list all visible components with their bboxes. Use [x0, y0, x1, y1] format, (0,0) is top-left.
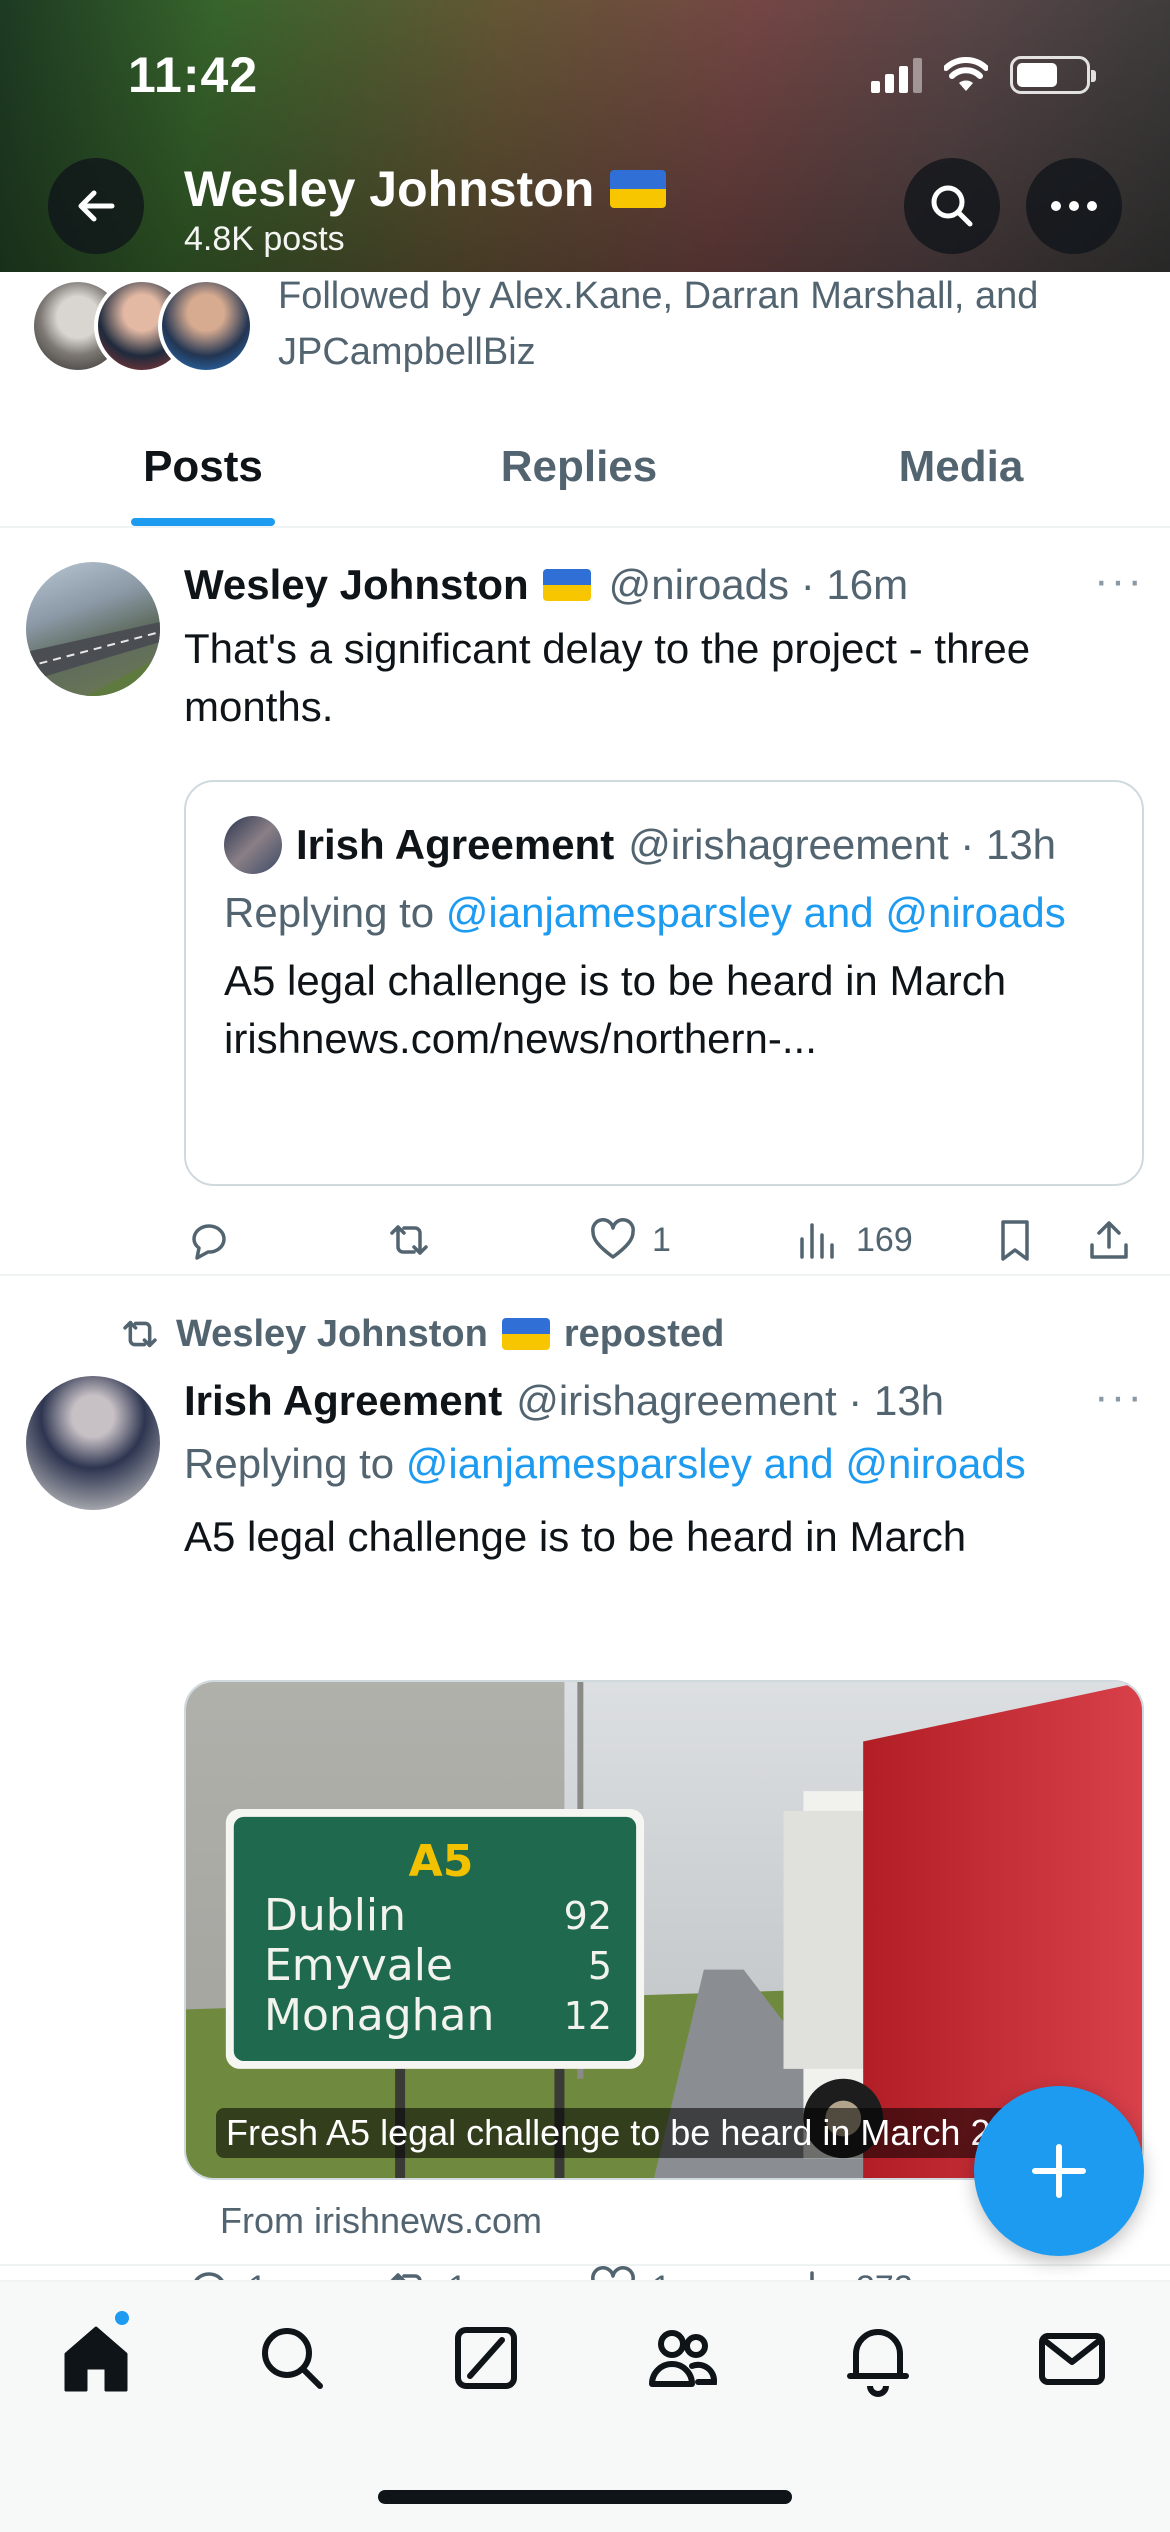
more-horizontal-icon	[1051, 201, 1097, 211]
followed-by-avatars	[30, 278, 260, 374]
messages-icon[interactable]	[1032, 2318, 1112, 2398]
sign-place: Dublin	[264, 1890, 407, 1941]
posts-count: 4.8K posts	[184, 220, 345, 258]
repost-icon	[390, 1225, 428, 1255]
notifications-icon[interactable]	[838, 2318, 918, 2398]
search-button[interactable]	[904, 158, 1000, 254]
repost-indicator[interactable]: Wesley Johnston reposted	[118, 1312, 724, 1356]
grok-icon[interactable]	[446, 2318, 526, 2398]
post-handle[interactable]: @niroads	[609, 561, 789, 609]
bookmark-icon	[1001, 1220, 1029, 1261]
post-handle[interactable]: @irishagreement	[516, 1377, 836, 1425]
replying-to: Replying to @ianjamesparsley and @niroad…	[224, 882, 1104, 944]
post-text: That's a significant delay to the projec…	[184, 625, 1031, 730]
road-photo	[26, 622, 160, 696]
compose-post-button[interactable]	[974, 2086, 1144, 2256]
sign-place: Monaghan	[264, 1990, 495, 2041]
quoted-text-line: A5 legal challenge is to be heard in Mar…	[224, 957, 1007, 1004]
quoted-handle: @irishagreement	[628, 821, 949, 868]
tab-posts[interactable]: Posts	[0, 408, 406, 526]
replying-to-links[interactable]: @ianjamesparsley and @niroads	[406, 1440, 1026, 1487]
avatar	[158, 278, 254, 374]
post-author-name[interactable]: Irish Agreement	[184, 1377, 502, 1425]
reply-icon	[192, 1224, 226, 1260]
road-sign-text: A5 Dublin 92 Emyvale 5 Monaghan 12	[264, 1836, 634, 2041]
post-more-button[interactable]: ···	[1094, 1372, 1144, 1422]
profile-name: Wesley Johnston	[184, 161, 595, 217]
followed-by-text: Followed by Alex.Kane, Darran Marshall, …	[278, 275, 1039, 373]
post-author-name[interactable]: Wesley Johnston	[184, 561, 529, 609]
post-text: A5 legal challenge is to be heard in Mar…	[184, 1513, 967, 1560]
post[interactable]: Wesley Johnston @niroads · 16m ··· That'…	[0, 528, 1170, 1276]
battery-icon	[1010, 56, 1096, 94]
post-time[interactable]: 16m	[826, 561, 908, 609]
post-more-button[interactable]: ···	[1094, 556, 1144, 606]
quoted-post[interactable]: Irish Agreement @irishagreement · 13h Re…	[184, 780, 1144, 1186]
home-icon[interactable]	[56, 2318, 136, 2398]
like-button[interactable]: 1	[588, 1215, 671, 1265]
profile-header-title: Wesley Johnston 4.8K posts	[184, 160, 667, 259]
views-button[interactable]: 169	[792, 1215, 913, 1265]
share-icon	[1090, 1221, 1128, 1259]
status-icons	[871, 56, 1096, 94]
notification-dot	[112, 2308, 132, 2328]
view-count: 169	[856, 1220, 913, 1259]
author-avatar[interactable]	[26, 1376, 160, 1510]
repost-button[interactable]	[384, 1215, 434, 1265]
replying-to-links[interactable]: @ianjamesparsley and @niroads	[446, 889, 1066, 936]
repost-icon	[123, 1320, 157, 1348]
repost-by: Wesley Johnston	[176, 1312, 488, 1355]
quoted-text: A5 legal challenge is to be heard in Mar…	[224, 952, 1104, 1068]
sign-place: Emyvale	[264, 1940, 453, 1991]
reply-button[interactable]	[184, 1215, 234, 1265]
post-time[interactable]: 13h	[874, 1377, 944, 1425]
replying-to: Replying to @ianjamesparsley and @niroad…	[184, 1434, 1144, 1494]
bookmark-button[interactable]	[990, 1215, 1040, 1265]
author-avatar[interactable]	[26, 562, 160, 696]
quoted-author-name: Irish Agreement	[296, 821, 615, 868]
sign-distance: 92	[563, 1894, 612, 1938]
profile-tabs: Posts Replies Media	[0, 408, 1170, 528]
tab-replies[interactable]: Replies	[406, 408, 752, 526]
search-icon[interactable]	[252, 2318, 332, 2398]
sign-distance: 5	[587, 1944, 612, 1988]
repost-label: reposted	[563, 1312, 725, 1355]
link-card-source[interactable]: From irishnews.com	[220, 2200, 542, 2242]
status-time: 11:42	[128, 47, 259, 103]
quoted-link-text: irishnews.com/news/northern-...	[224, 1015, 817, 1062]
link-card-image[interactable]: A5 Dublin 92 Emyvale 5 Monaghan 12 Fresh A5…	[184, 1680, 1144, 2180]
home-indicator	[378, 2490, 792, 2504]
back-arrow-icon	[78, 190, 115, 222]
search-icon	[931, 185, 973, 227]
communities-icon[interactable]	[642, 2318, 722, 2398]
ukraine-flag-icon	[542, 569, 591, 601]
heart-icon	[591, 1218, 635, 1259]
like-count: 1	[652, 1220, 671, 1259]
post-actions: 1 169	[184, 1210, 1144, 1270]
quoted-author-avatar	[224, 816, 282, 874]
wifi-icon	[944, 57, 988, 91]
replying-to-label: Replying to	[184, 1440, 406, 1487]
link-card-caption: Fresh A5 legal challenge to be heard in …	[216, 2108, 1061, 2158]
sign-route: A5	[408, 1836, 474, 1887]
followed-by-row[interactable]: Followed by Alex.Kane, Darran Marshall, …	[30, 272, 1170, 382]
share-button[interactable]	[1084, 1215, 1134, 1265]
ukraine-flag-icon	[501, 1318, 550, 1350]
plus-icon	[1032, 2144, 1086, 2198]
quoted-time: 13h	[985, 821, 1057, 868]
tab-media[interactable]: Media	[752, 408, 1170, 526]
sign-distance: 12	[563, 1994, 612, 2038]
cellular-signal-icon	[871, 57, 922, 93]
more-options-button[interactable]	[1026, 158, 1122, 254]
analytics-icon	[800, 1223, 834, 1259]
ukraine-flag-icon	[610, 170, 667, 208]
back-button[interactable]	[48, 158, 144, 254]
replying-to-label: Replying to	[224, 889, 446, 936]
